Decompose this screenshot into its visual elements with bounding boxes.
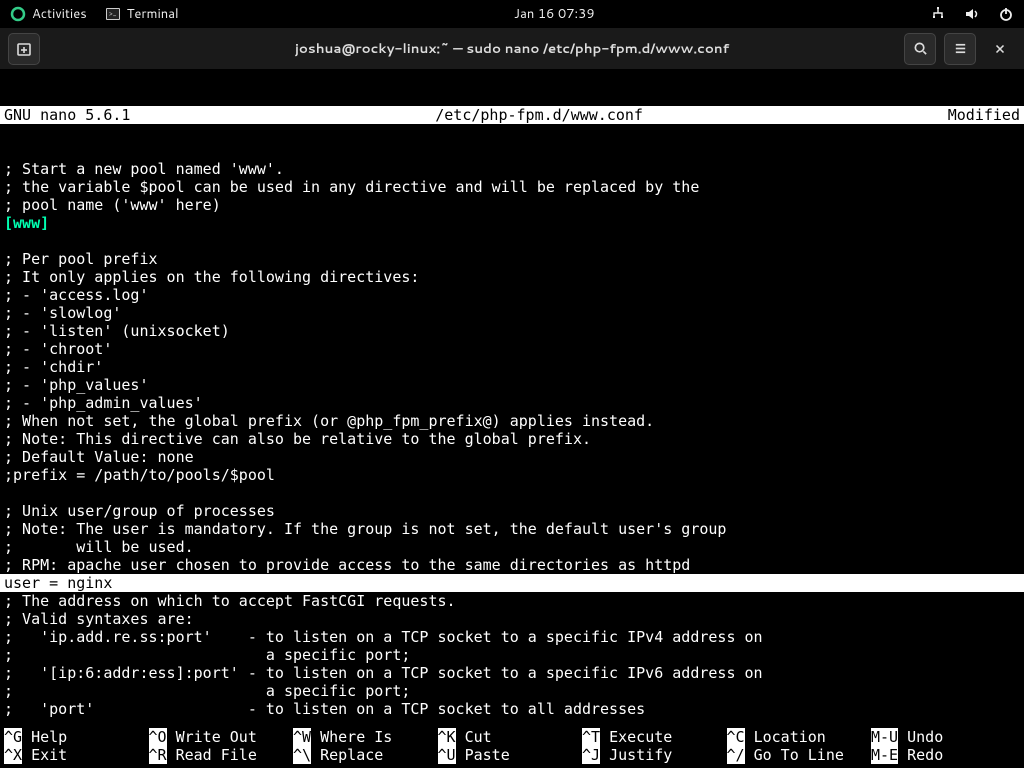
svg-text:>_: >_ <box>109 9 117 19</box>
power-icon[interactable] <box>998 6 1014 22</box>
window-titlebar: joshua@rocky-linux:~ — sudo nano /etc/ph… <box>0 28 1024 70</box>
window-title: joshua@rocky-linux:~ — sudo nano /etc/ph… <box>0 39 1024 58</box>
gnome-top-bar: Activities >_ Terminal Jan 16 07:39 <box>0 0 1024 28</box>
network-icon[interactable] <box>930 6 946 22</box>
nano-status: Modified <box>948 106 1024 124</box>
activities-icon <box>10 6 26 22</box>
new-tab-button[interactable] <box>8 33 40 65</box>
activities-button[interactable]: Activities <box>10 5 87 23</box>
nano-titlebar: GNU nano 5.6.1 /etc/php-fpm.d/www.conf M… <box>0 106 1024 124</box>
app-menu[interactable]: >_ Terminal <box>105 5 179 23</box>
ini-section: [www] <box>4 214 49 232</box>
nano-buffer[interactable]: ; Start a new pool named 'www'. ; the va… <box>0 160 1024 718</box>
config-comment: ; Per pool prefix ; It only applies on t… <box>4 250 726 574</box>
menu-button[interactable] <box>944 33 976 65</box>
clock[interactable]: Jan 16 07:39 <box>514 5 595 23</box>
config-comment: ; Start a new pool named 'www'. ; the va… <box>4 160 699 214</box>
nano-shortcut-bar: ^G Help ^O Write Out ^W Where Is ^K Cut … <box>0 728 1024 768</box>
search-button[interactable] <box>904 33 936 65</box>
app-menu-label: Terminal <box>127 5 179 23</box>
close-button[interactable] <box>984 33 1016 65</box>
highlight-line: user = nginx <box>0 574 1024 592</box>
nano-version: GNU nano 5.6.1 <box>0 106 130 124</box>
volume-icon[interactable] <box>964 6 980 22</box>
terminal-icon: >_ <box>105 6 121 22</box>
activities-label: Activities <box>32 5 87 23</box>
config-comment: ; The address on which to accept FastCGI… <box>4 592 763 718</box>
highlight-line: ; RPM: Keep a group allowed to write in … <box>1020 574 1024 592</box>
nano-filepath: /etc/php-fpm.d/www.conf <box>130 106 947 124</box>
terminal-viewport[interactable]: GNU nano 5.6.1 /etc/php-fpm.d/www.conf M… <box>0 70 1024 736</box>
